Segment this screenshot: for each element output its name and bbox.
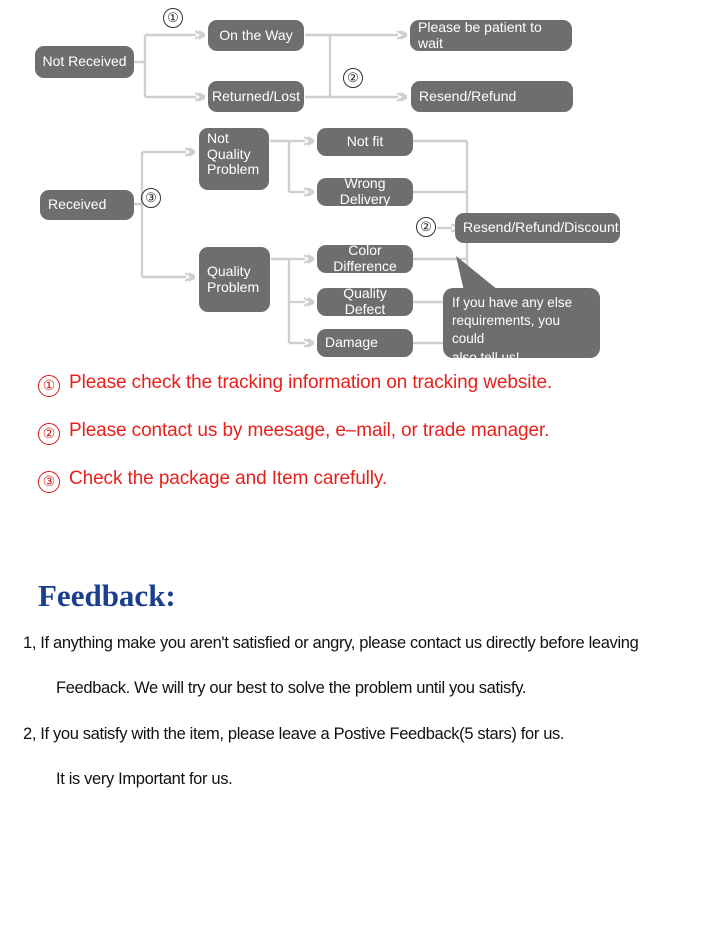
node-quality-problem[interactable]: Quality Problem	[199, 247, 270, 312]
note-number-3: ③	[38, 471, 60, 493]
note-number-1: ①	[38, 375, 60, 397]
marker-circle-2-right: ②	[416, 217, 436, 237]
node-returned-lost[interactable]: Returned/Lost	[208, 81, 304, 112]
marker-circle-3: ③	[141, 188, 161, 208]
node-quality-defect[interactable]: Quality Defect	[317, 285, 413, 317]
speech-bubble: If you have any else requirements, you c…	[443, 288, 600, 365]
node-wrong-delivery[interactable]: Wrong Delivery	[317, 175, 413, 207]
note-text-3: Check the package and Item carefully.	[69, 468, 388, 489]
feedback-title: Feedback:	[38, 578, 176, 613]
feedback-line-2: 2, If you satisfy with the item, please …	[23, 725, 565, 743]
note-item: ③ Check the package and Item carefully.	[0, 468, 710, 516]
node-not-fit[interactable]: Not fit	[317, 128, 413, 156]
node-received[interactable]: Received	[40, 190, 134, 220]
node-color-difference[interactable]: Color Difference	[317, 242, 413, 274]
note-text-2: Please contact us by meesage, e–mail, or…	[69, 420, 550, 441]
node-not-quality-problem[interactable]: Not Quality Problem	[199, 128, 269, 190]
note-item: ② Please contact us by meesage, e–mail, …	[0, 420, 710, 468]
node-damage[interactable]: Damage	[317, 329, 413, 357]
node-not-received[interactable]: Not Received	[35, 46, 134, 78]
note-text-1: Please check the tracking information on…	[69, 372, 553, 393]
feedback-line-1: 1, If anything make you aren't satisfied…	[23, 634, 639, 652]
feedback-line-1b: Feedback. We will try our best to solve …	[56, 679, 527, 697]
notes-list: ① Please check the tracking information …	[0, 372, 710, 516]
marker-circle-1: ①	[163, 8, 183, 28]
node-resend-refund-discount[interactable]: Resend/Refund/Discount	[455, 213, 620, 243]
node-please-be-patient[interactable]: Please be patient to wait	[410, 19, 572, 51]
node-resend-refund[interactable]: Resend/Refund	[411, 81, 573, 112]
marker-circle-2-top: ②	[343, 68, 363, 88]
node-on-the-way[interactable]: On the Way	[208, 20, 304, 51]
feedback-line-2b: It is very Important for us.	[56, 770, 233, 788]
note-number-2: ②	[38, 423, 60, 445]
note-item: ① Please check the tracking information …	[0, 372, 710, 420]
flowchart: Not Received On the Way Returned/Lost Pl…	[0, 0, 710, 370]
